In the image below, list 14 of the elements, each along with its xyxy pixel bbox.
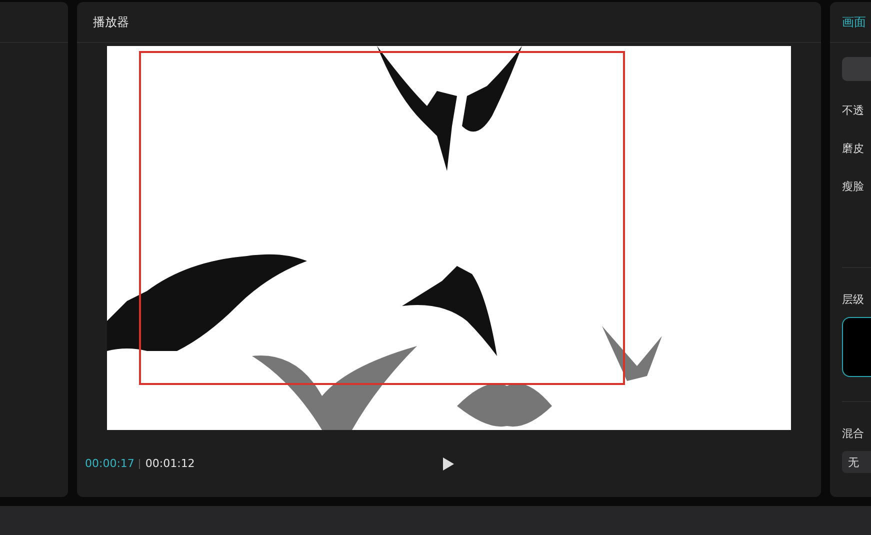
section-label: 层级	[842, 267, 871, 307]
total-time: 00:01:12	[145, 457, 195, 470]
section-label: 混合	[842, 401, 871, 441]
inspector-tab[interactable]: 画面	[842, 14, 866, 30]
panel-title: 播放器	[93, 14, 129, 30]
blend-select[interactable]: 无	[842, 451, 871, 473]
layer-box[interactable]	[842, 317, 871, 377]
play-button[interactable]	[441, 455, 456, 472]
property-label: 不透	[842, 103, 865, 119]
property-label: 磨皮	[842, 141, 865, 157]
play-icon	[443, 457, 454, 470]
current-time: 00:00:17	[85, 457, 134, 470]
toggle-pill[interactable]	[842, 57, 871, 81]
property-label: 瘦脸	[842, 179, 865, 195]
